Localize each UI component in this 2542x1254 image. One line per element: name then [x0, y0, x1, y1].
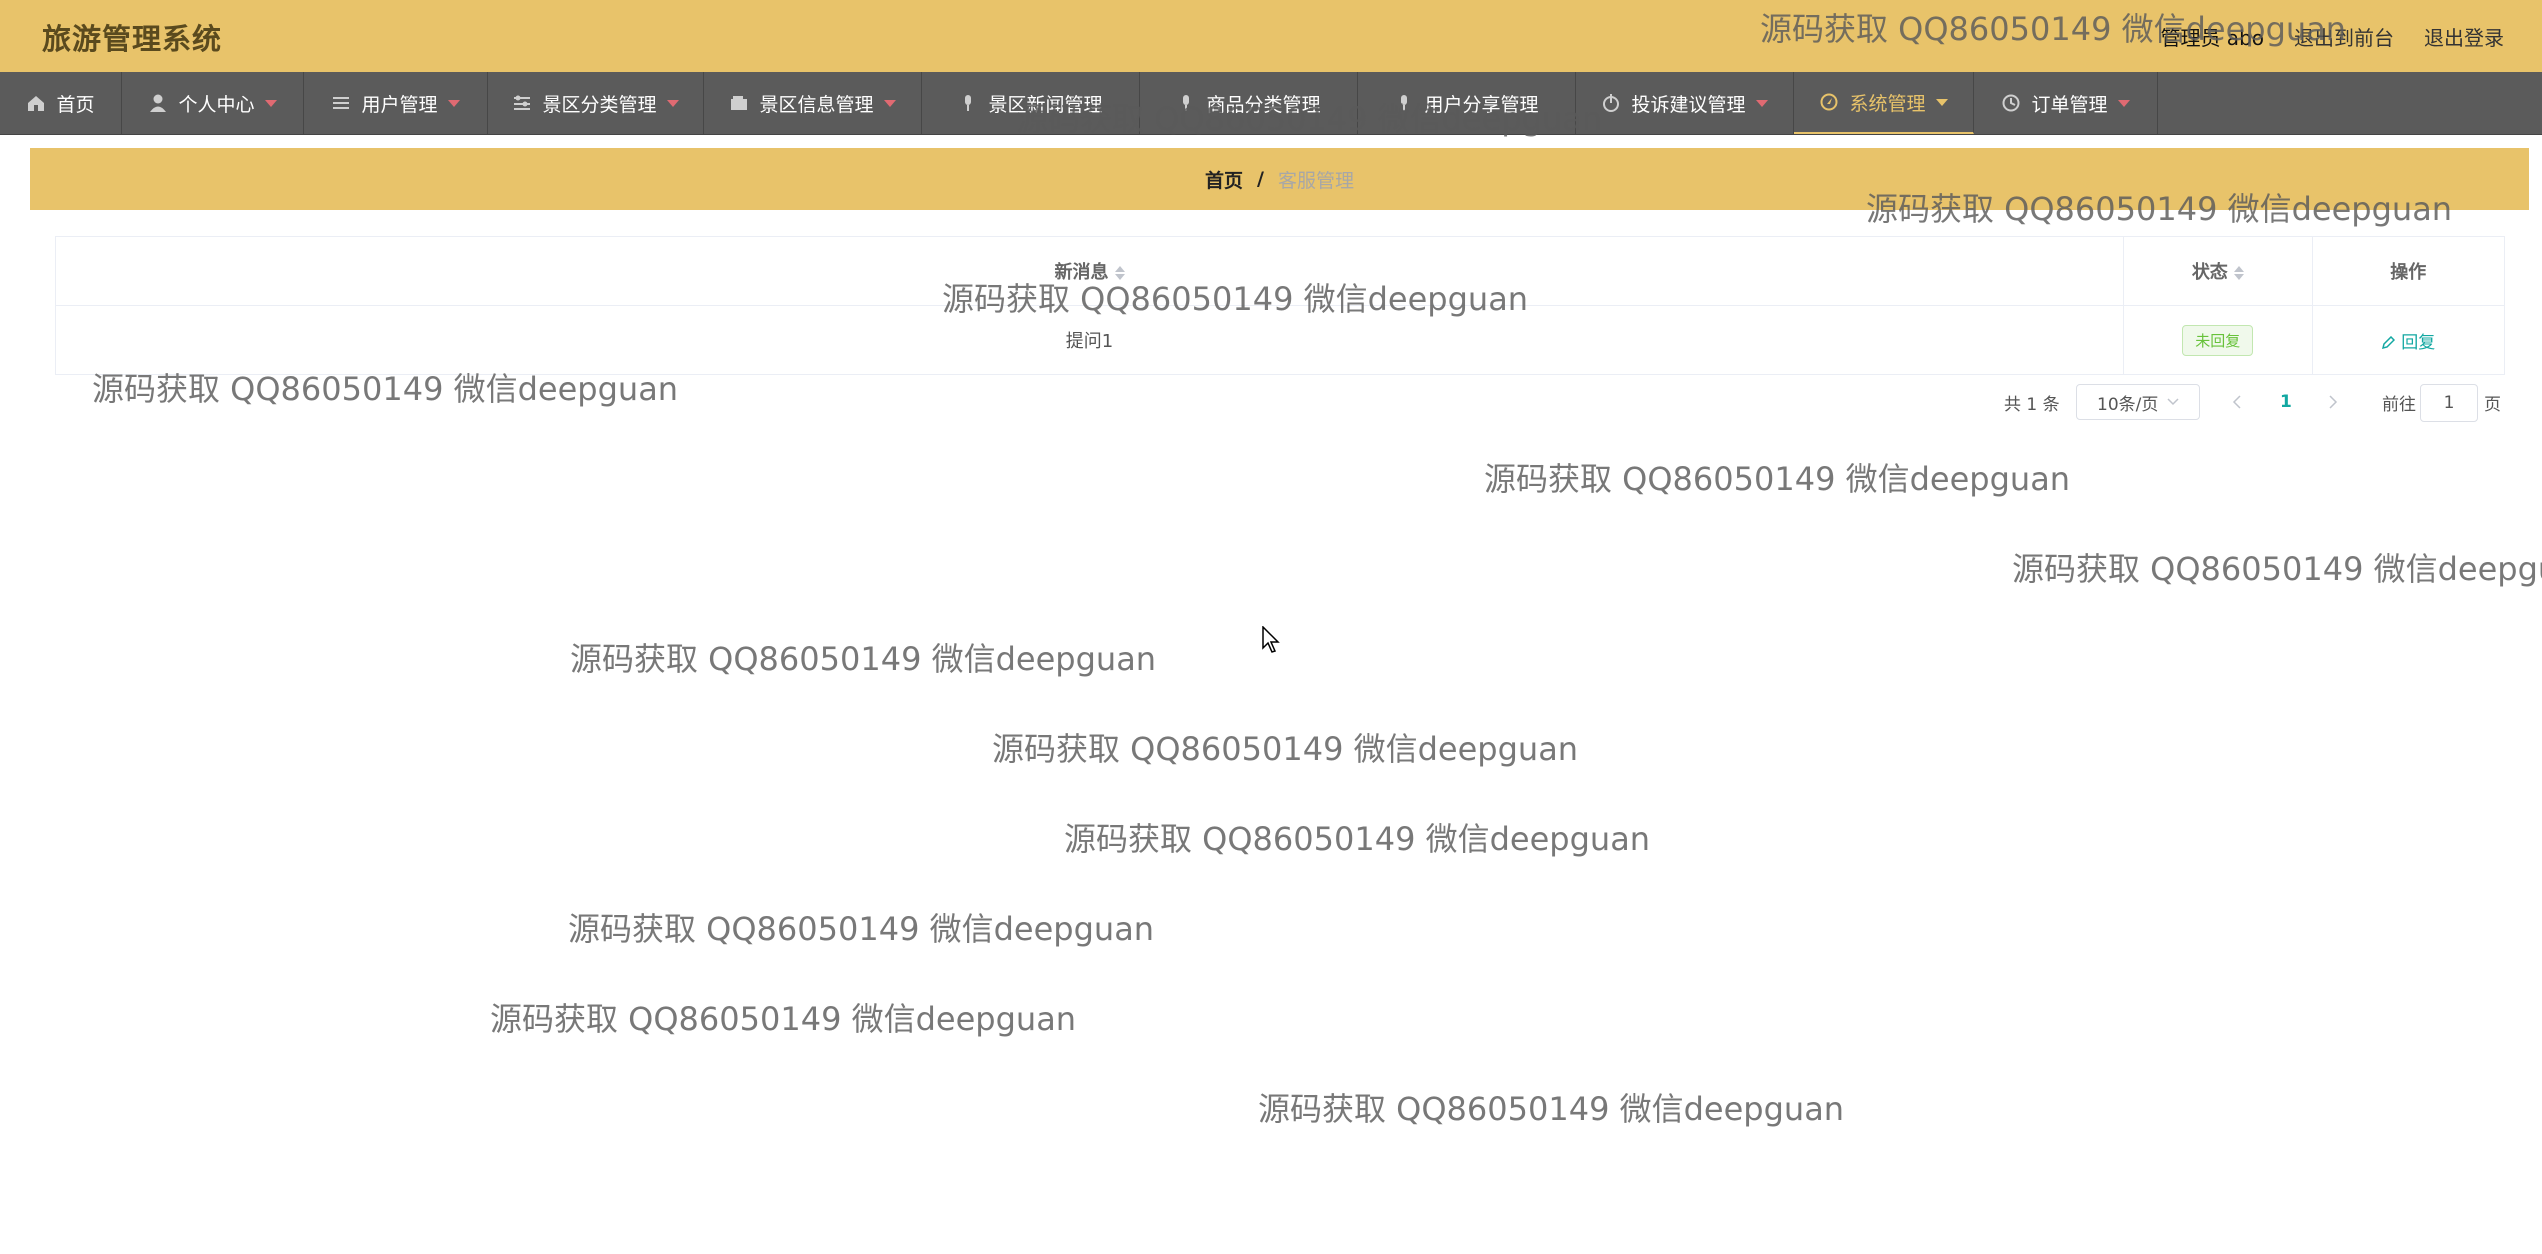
- watermark-text: 源码获取 QQ86050149 微信deepguan: [1258, 1090, 1845, 1128]
- next-page-button[interactable]: [2328, 384, 2338, 420]
- column-header-action: 操作: [2312, 236, 2505, 306]
- page-size-select[interactable]: 10条/页: [2076, 384, 2200, 420]
- watermark-text: 源码获取 QQ86050149 微信deepguan: [570, 640, 1157, 678]
- nav-item-home[interactable]: 首页: [0, 72, 122, 134]
- chevron-down-icon: [1755, 99, 1768, 107]
- nav-item-profile[interactable]: 个人中心: [122, 72, 304, 134]
- breadcrumb-separator: /: [1257, 168, 1264, 190]
- nav-label: 投诉建议管理: [1631, 93, 1746, 116]
- watermark-text: 源码获取 QQ86050149 微信deepguan: [992, 730, 1579, 768]
- prev-page-button[interactable]: [2232, 384, 2242, 420]
- watermark-text: 源码获取 QQ86050149 微信deepguan: [568, 910, 1155, 948]
- nav-label: 景区信息管理: [759, 93, 874, 116]
- watermark-text: 源码获取 QQ86050149 微信deepguan: [1064, 820, 1651, 858]
- cell-message: 提问1: [55, 305, 2125, 375]
- nav-item-user-share[interactable]: 用户分享管理: [1358, 72, 1576, 134]
- goto-label: 前往: [2382, 394, 2416, 415]
- column-header-label: 状态: [2191, 262, 2228, 283]
- chevron-left-icon: [2232, 395, 2241, 409]
- page-number-current[interactable]: 1: [2280, 384, 2292, 420]
- compass-icon: [1820, 93, 1838, 111]
- column-header-label: 操作: [2390, 262, 2427, 283]
- breadcrumb-current: 客服管理: [1277, 169, 1354, 192]
- nav-item-system[interactable]: 系统管理: [1794, 72, 1974, 134]
- goto-page-input[interactable]: 1: [2420, 384, 2478, 422]
- nav-item-users[interactable]: 用户管理: [304, 72, 488, 134]
- clock-icon: [2002, 94, 2020, 112]
- chevron-down-icon: [264, 99, 277, 107]
- table-header-row: 新消息 状态 操作: [55, 236, 2505, 306]
- nav-item-goods-category[interactable]: 商品分类管理: [1140, 72, 1358, 134]
- power-icon: [1603, 94, 1620, 112]
- user-icon: [150, 94, 167, 112]
- nav-label: 个人中心: [178, 93, 255, 116]
- nav-label: 订单管理: [2031, 93, 2108, 116]
- nav-label: 用户管理: [361, 93, 438, 116]
- cell-action: 回复: [2312, 305, 2505, 375]
- page-suffix: 页: [2484, 394, 2501, 415]
- watermark-text: 源码获取 QQ86050149 微信deepguan: [490, 1000, 1077, 1038]
- nav-item-orders[interactable]: 订单管理: [1974, 72, 2158, 134]
- mic-icon: [965, 95, 972, 111]
- edit-icon: [2382, 335, 2396, 349]
- nav-label: 商品分类管理: [1206, 93, 1321, 116]
- breadcrumb: 首页 / 客服管理: [30, 148, 2529, 210]
- logout-link[interactable]: 退出登录: [2424, 22, 2504, 51]
- sliders-icon: [514, 95, 531, 110]
- column-header-message[interactable]: 新消息: [55, 236, 2125, 306]
- status-badge: 未回复: [2182, 324, 2254, 356]
- cell-status: 未回复: [2123, 305, 2313, 375]
- mouse-cursor-icon: [1262, 626, 1280, 653]
- to-front-link[interactable]: 退出到前台: [2294, 22, 2394, 51]
- nav-label: 系统管理: [1849, 92, 1926, 115]
- nav-label: 首页: [56, 93, 95, 116]
- nav-item-complaints[interactable]: 投诉建议管理: [1576, 72, 1794, 134]
- app-title: 旅游管理系统: [42, 22, 223, 56]
- chevron-down-icon: [883, 99, 896, 107]
- chevron-right-icon: [2329, 395, 2338, 409]
- reply-label: 回复: [2401, 332, 2436, 353]
- page-size-value: 10条/页: [2097, 394, 2159, 415]
- breadcrumb-home[interactable]: 首页: [1205, 166, 1243, 193]
- user-label: 管理员 abo: [2160, 26, 2264, 50]
- pagination-total: 共 1 条: [2004, 394, 2060, 415]
- watermark-text: 源码获取 QQ86050149 微信deepguan: [1484, 460, 2071, 498]
- nav-item-scenic-category[interactable]: 景区分类管理: [488, 72, 704, 134]
- main-nav: 首页 个人中心 用户管理 景区分类管理 景区信息管理 景区新闻管理 商品分类管理…: [0, 72, 2542, 135]
- sort-icon[interactable]: [2233, 266, 2244, 280]
- column-header-status[interactable]: 状态: [2123, 236, 2313, 306]
- list-icon: [333, 97, 350, 109]
- customer-service-table: 新消息 状态 操作 提问1 未回复 回复: [55, 236, 2505, 375]
- nav-label: 景区分类管理: [542, 93, 657, 116]
- chevron-down-icon: [666, 99, 679, 107]
- nav-label: 用户分享管理: [1424, 93, 1539, 116]
- chevron-down-icon: [2167, 398, 2179, 406]
- sort-icon[interactable]: [1114, 266, 1125, 280]
- nav-item-scenic-info[interactable]: 景区信息管理: [704, 72, 922, 134]
- nav-item-scenic-news[interactable]: 景区新闻管理: [922, 72, 1140, 134]
- wallet-icon: [731, 96, 748, 110]
- mic-icon: [1183, 95, 1190, 111]
- reply-button[interactable]: 回复: [2381, 333, 2435, 353]
- header-actions: 管理员 abo 退出到前台 退出登录: [2160, 22, 2504, 51]
- pagination: 共 1 条 10条/页 1 前往 1 页: [0, 384, 2542, 424]
- chevron-down-icon: [1935, 98, 1948, 106]
- home-icon: [28, 96, 45, 111]
- top-header: 旅游管理系统 管理员 abo 退出到前台 退出登录: [0, 0, 2542, 72]
- nav-label: 景区新闻管理: [988, 93, 1103, 116]
- chevron-down-icon: [447, 99, 460, 107]
- mic-icon: [1401, 95, 1408, 111]
- chevron-down-icon: [2117, 99, 2130, 107]
- table-row: 提问1 未回复 回复: [55, 305, 2505, 375]
- column-header-label: 新消息: [1054, 262, 1109, 283]
- watermark-text: 源码获取 QQ86050149 微信deepguan: [2012, 550, 2542, 588]
